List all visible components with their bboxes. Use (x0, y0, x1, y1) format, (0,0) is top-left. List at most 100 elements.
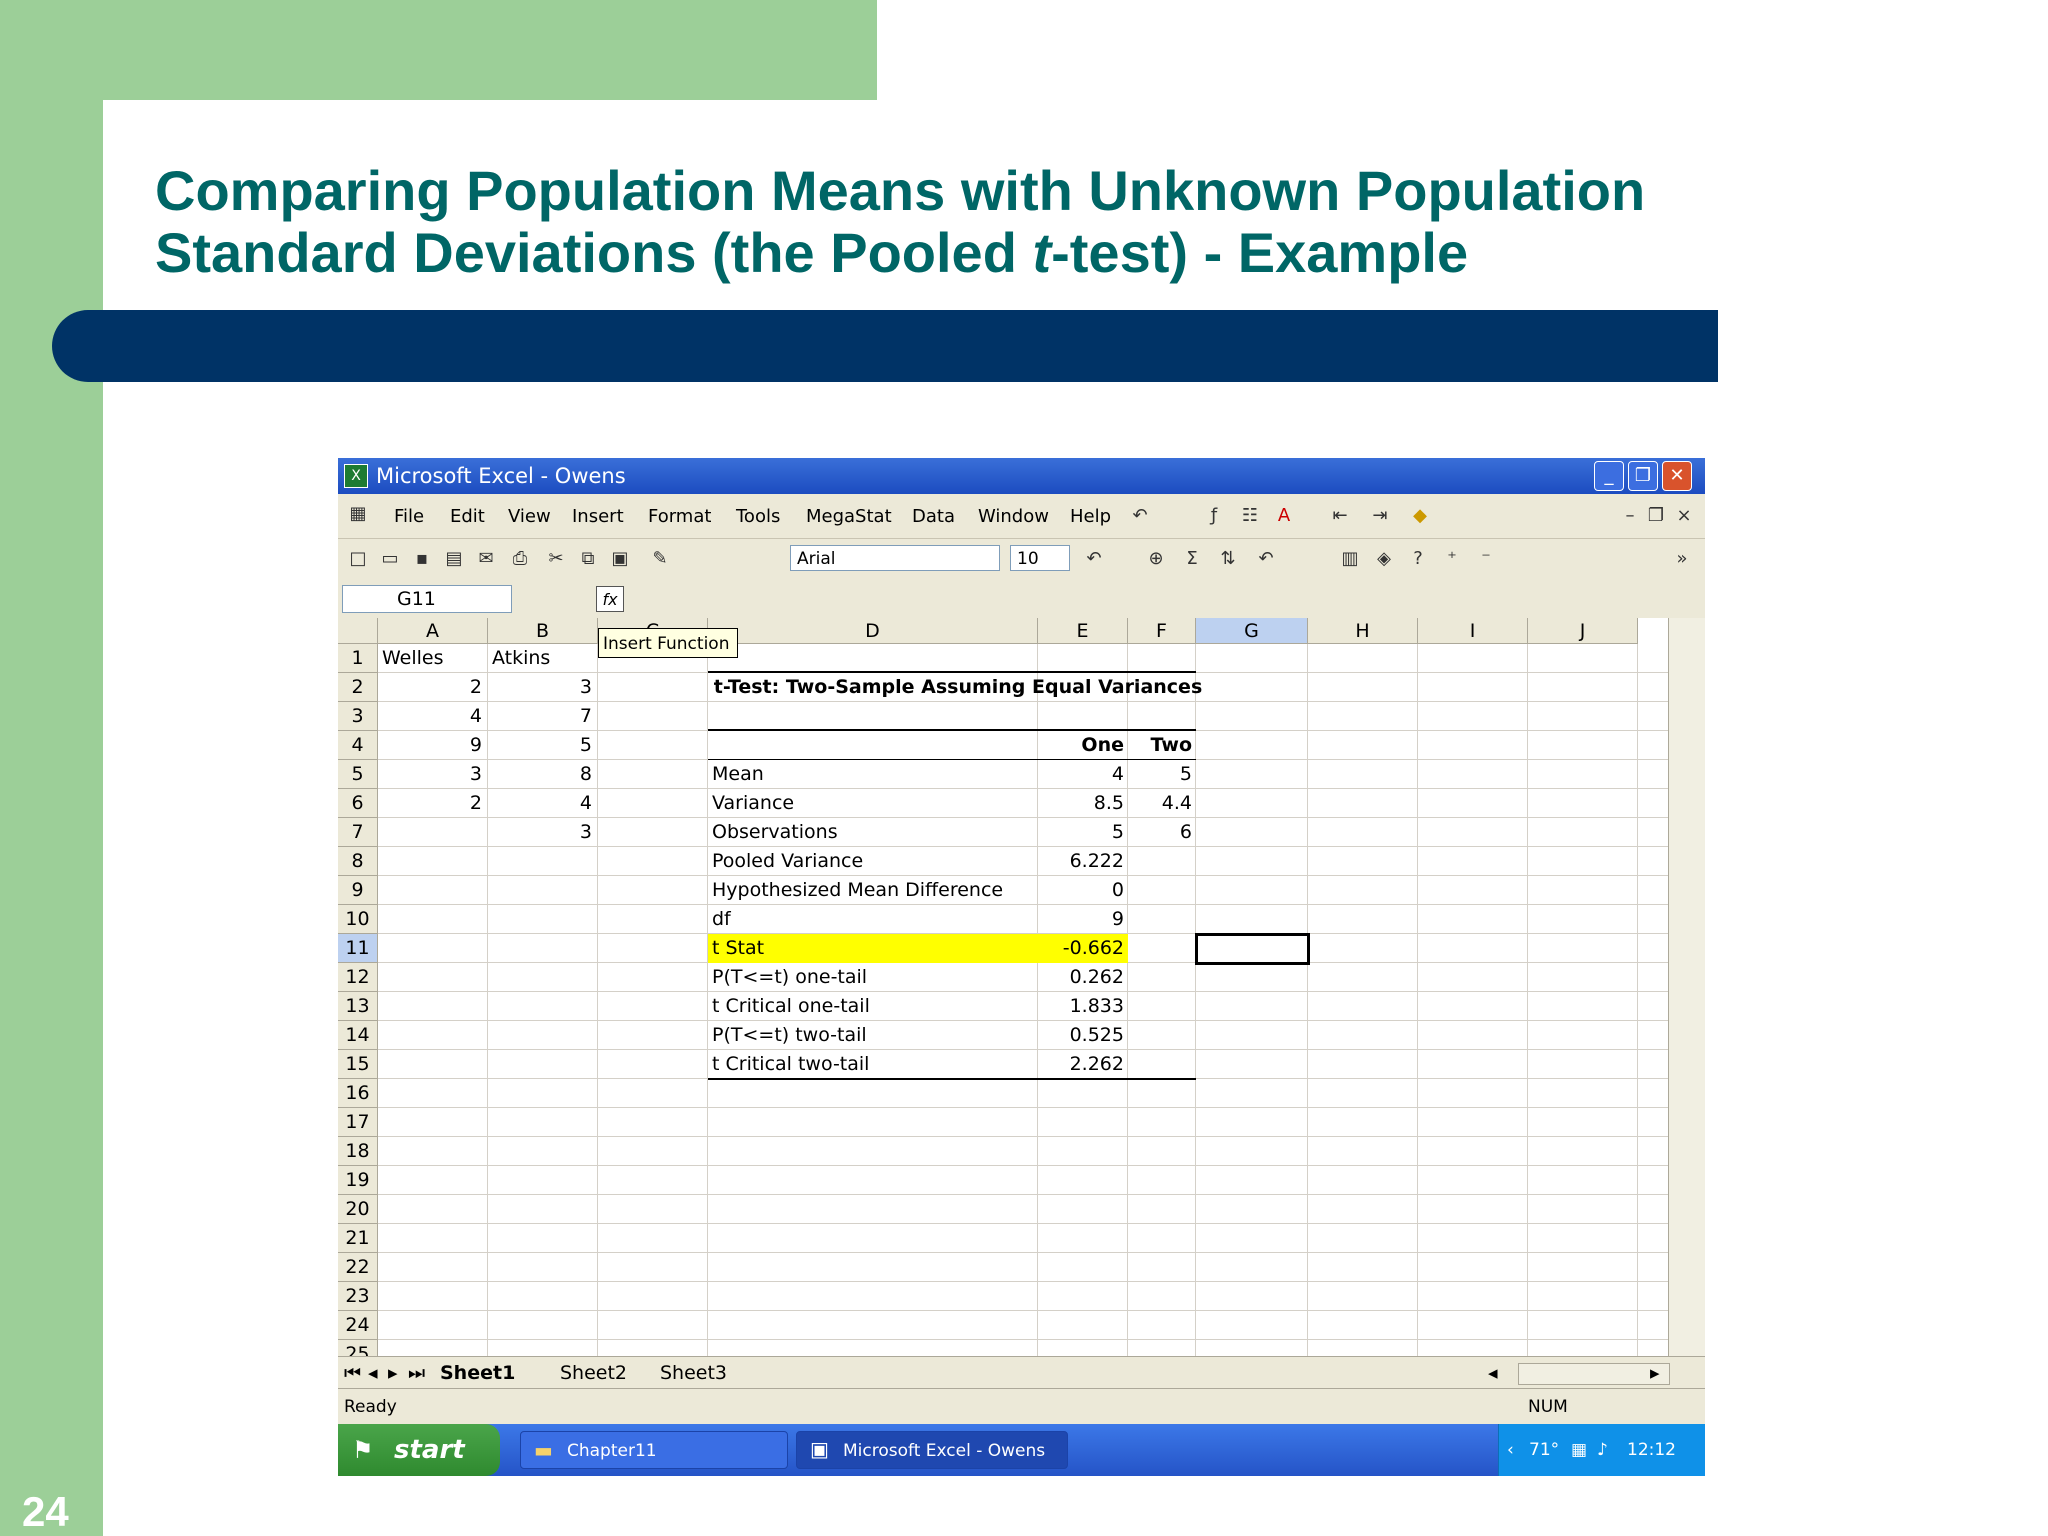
ttest-label-row9[interactable]: Hypothesized Mean Difference (712, 876, 1032, 905)
row-header-17[interactable]: 17 (338, 1108, 378, 1137)
column-header-j[interactable]: J (1528, 618, 1638, 644)
row-header-10[interactable]: 10 (338, 905, 378, 934)
horizontal-scrollbar[interactable] (1518, 1363, 1670, 1385)
tab-scroll-last-icon[interactable]: ⏭ (408, 1360, 425, 1386)
tray-volume-icon[interactable]: ♪ (1597, 1424, 1608, 1476)
doc-restore-icon[interactable]: ❐ (1644, 504, 1668, 528)
decrease-indent-icon[interactable]: ⇤ (1328, 504, 1352, 528)
select-all-corner[interactable] (338, 618, 378, 644)
font-name-select[interactable]: Arial (790, 545, 1000, 571)
tab-scroll-next-icon[interactable]: ▸ (388, 1360, 398, 1386)
save-icon[interactable]: ▪ (410, 547, 434, 571)
fill-color-icon[interactable]: ◆ (1408, 504, 1432, 528)
permission-icon[interactable]: ▤ (442, 547, 466, 571)
menu-format[interactable]: Format (648, 506, 711, 527)
column-header-b[interactable]: B (488, 618, 598, 644)
doc-close-icon[interactable]: × (1672, 504, 1696, 528)
cell-a2[interactable]: 2 (378, 673, 482, 702)
taskbar-item-chapter11[interactable]: Chapter11 (520, 1431, 788, 1469)
ttest-col-one[interactable]: One (1038, 731, 1124, 760)
cell-e14[interactable]: 0.525 (1038, 1021, 1124, 1050)
menu-view[interactable]: View (508, 506, 551, 527)
row-header-15[interactable]: 15 (338, 1050, 378, 1079)
undo-icon-2[interactable]: ↶ (1082, 547, 1106, 571)
row-header-13[interactable]: 13 (338, 992, 378, 1021)
row-header-18[interactable]: 18 (338, 1137, 378, 1166)
cell-b7[interactable]: 3 (488, 818, 592, 847)
cell-e10[interactable]: 9 (1038, 905, 1124, 934)
row-header-11[interactable]: 11 (338, 934, 378, 963)
print-icon[interactable]: ⎙ (508, 547, 532, 571)
cell-f6[interactable]: 4.4 (1128, 789, 1192, 818)
column-header-h[interactable]: H (1308, 618, 1418, 644)
menu-megastat[interactable]: MegaStat (806, 506, 892, 527)
column-header-g[interactable]: G (1196, 618, 1308, 644)
format-painter-icon[interactable]: ✎ (648, 547, 672, 571)
tab-scroll-prev-icon[interactable]: ◂ (368, 1360, 378, 1386)
column-header-a[interactable]: A (378, 618, 488, 644)
ttest-label-row8[interactable]: Pooled Variance (712, 847, 1032, 876)
ttest-col-two[interactable]: Two (1128, 731, 1192, 760)
cell-e5[interactable]: 4 (1038, 760, 1124, 789)
autosum-icon[interactable]: Σ (1180, 547, 1204, 571)
row-header-5[interactable]: 5 (338, 760, 378, 789)
cell-a6[interactable]: 2 (378, 789, 482, 818)
row-header-1[interactable]: 1 (338, 644, 378, 673)
close-button[interactable]: ✕ (1662, 461, 1692, 491)
column-header-f[interactable]: F (1128, 618, 1196, 644)
cut-icon[interactable]: ✂ (544, 547, 568, 571)
cell-b5[interactable]: 8 (488, 760, 592, 789)
vertical-scrollbar[interactable] (1668, 618, 1705, 1356)
increase-decimal-icon[interactable]: ⁺ (1440, 547, 1464, 571)
row-header-16[interactable]: 16 (338, 1079, 378, 1108)
row-header-20[interactable]: 20 (338, 1195, 378, 1224)
copy-icon[interactable]: ⧉ (576, 547, 600, 571)
taskbar-item-excel[interactable]: Microsoft Excel - Owens (796, 1431, 1068, 1469)
column-header-d[interactable]: D (708, 618, 1038, 644)
ttest-label-row7[interactable]: Observations (712, 818, 1032, 847)
cell-a4[interactable]: 9 (378, 731, 482, 760)
menu-file[interactable]: File (394, 506, 424, 527)
undo-icon-3[interactable]: ↶ (1254, 547, 1278, 571)
paste-icon[interactable]: ▣ (608, 547, 632, 571)
hscroll-left-icon[interactable]: ◂ (1488, 1360, 1498, 1386)
row-header-3[interactable]: 3 (338, 702, 378, 731)
sheet-tab-3[interactable]: Sheet3 (660, 1360, 727, 1386)
cell-e6[interactable]: 8.5 (1038, 789, 1124, 818)
row-header-25[interactable]: 25 (338, 1340, 378, 1356)
ttest-label-row15[interactable]: t Critical two-tail (712, 1050, 1032, 1079)
worksheet-grid[interactable]: ABCDEFGHIJ123456789101112131415161718192… (338, 618, 1668, 1356)
cell-e11[interactable]: -0.662 (1038, 934, 1124, 963)
selected-cell-g11[interactable] (1195, 933, 1310, 965)
sort-ascending-icon[interactable]: ⇅ (1216, 547, 1240, 571)
row-header-12[interactable]: 12 (338, 963, 378, 992)
cell-b3[interactable]: 7 (488, 702, 592, 731)
row-header-19[interactable]: 19 (338, 1166, 378, 1195)
tray-network-icon[interactable]: ▦ (1571, 1424, 1587, 1476)
name-box[interactable]: G11 (342, 585, 512, 613)
row-header-9[interactable]: 9 (338, 876, 378, 905)
row-header-4[interactable]: 4 (338, 731, 378, 760)
row-header-21[interactable]: 21 (338, 1224, 378, 1253)
function-icon[interactable]: ƒ (1202, 504, 1226, 528)
cell-e15[interactable]: 2.262 (1038, 1050, 1124, 1079)
sheet-tab-2[interactable]: Sheet2 (560, 1360, 627, 1386)
row-header-8[interactable]: 8 (338, 847, 378, 876)
restore-button[interactable]: ❐ (1628, 461, 1658, 491)
doc-minimize-icon[interactable]: – (1618, 504, 1642, 528)
cell-a5[interactable]: 3 (378, 760, 482, 789)
cell-b6[interactable]: 4 (488, 789, 592, 818)
hyperlink-icon[interactable]: ⊕ (1144, 547, 1168, 571)
hscroll-right-icon[interactable]: ▸ (1650, 1360, 1660, 1386)
cell-e9[interactable]: 0 (1038, 876, 1124, 905)
font-color-icon[interactable]: A (1272, 504, 1296, 528)
menu-help[interactable]: Help (1070, 506, 1111, 527)
column-header-i[interactable]: I (1418, 618, 1528, 644)
decrease-decimal-icon[interactable]: ⁻ (1474, 547, 1498, 571)
row-header-6[interactable]: 6 (338, 789, 378, 818)
email-icon[interactable]: ✉ (474, 547, 498, 571)
ttest-label-row5[interactable]: Mean (712, 760, 1032, 789)
sheet-tab-1[interactable]: Sheet1 (440, 1360, 515, 1386)
ttest-label-row6[interactable]: Variance (712, 789, 1032, 818)
cell-b4[interactable]: 5 (488, 731, 592, 760)
